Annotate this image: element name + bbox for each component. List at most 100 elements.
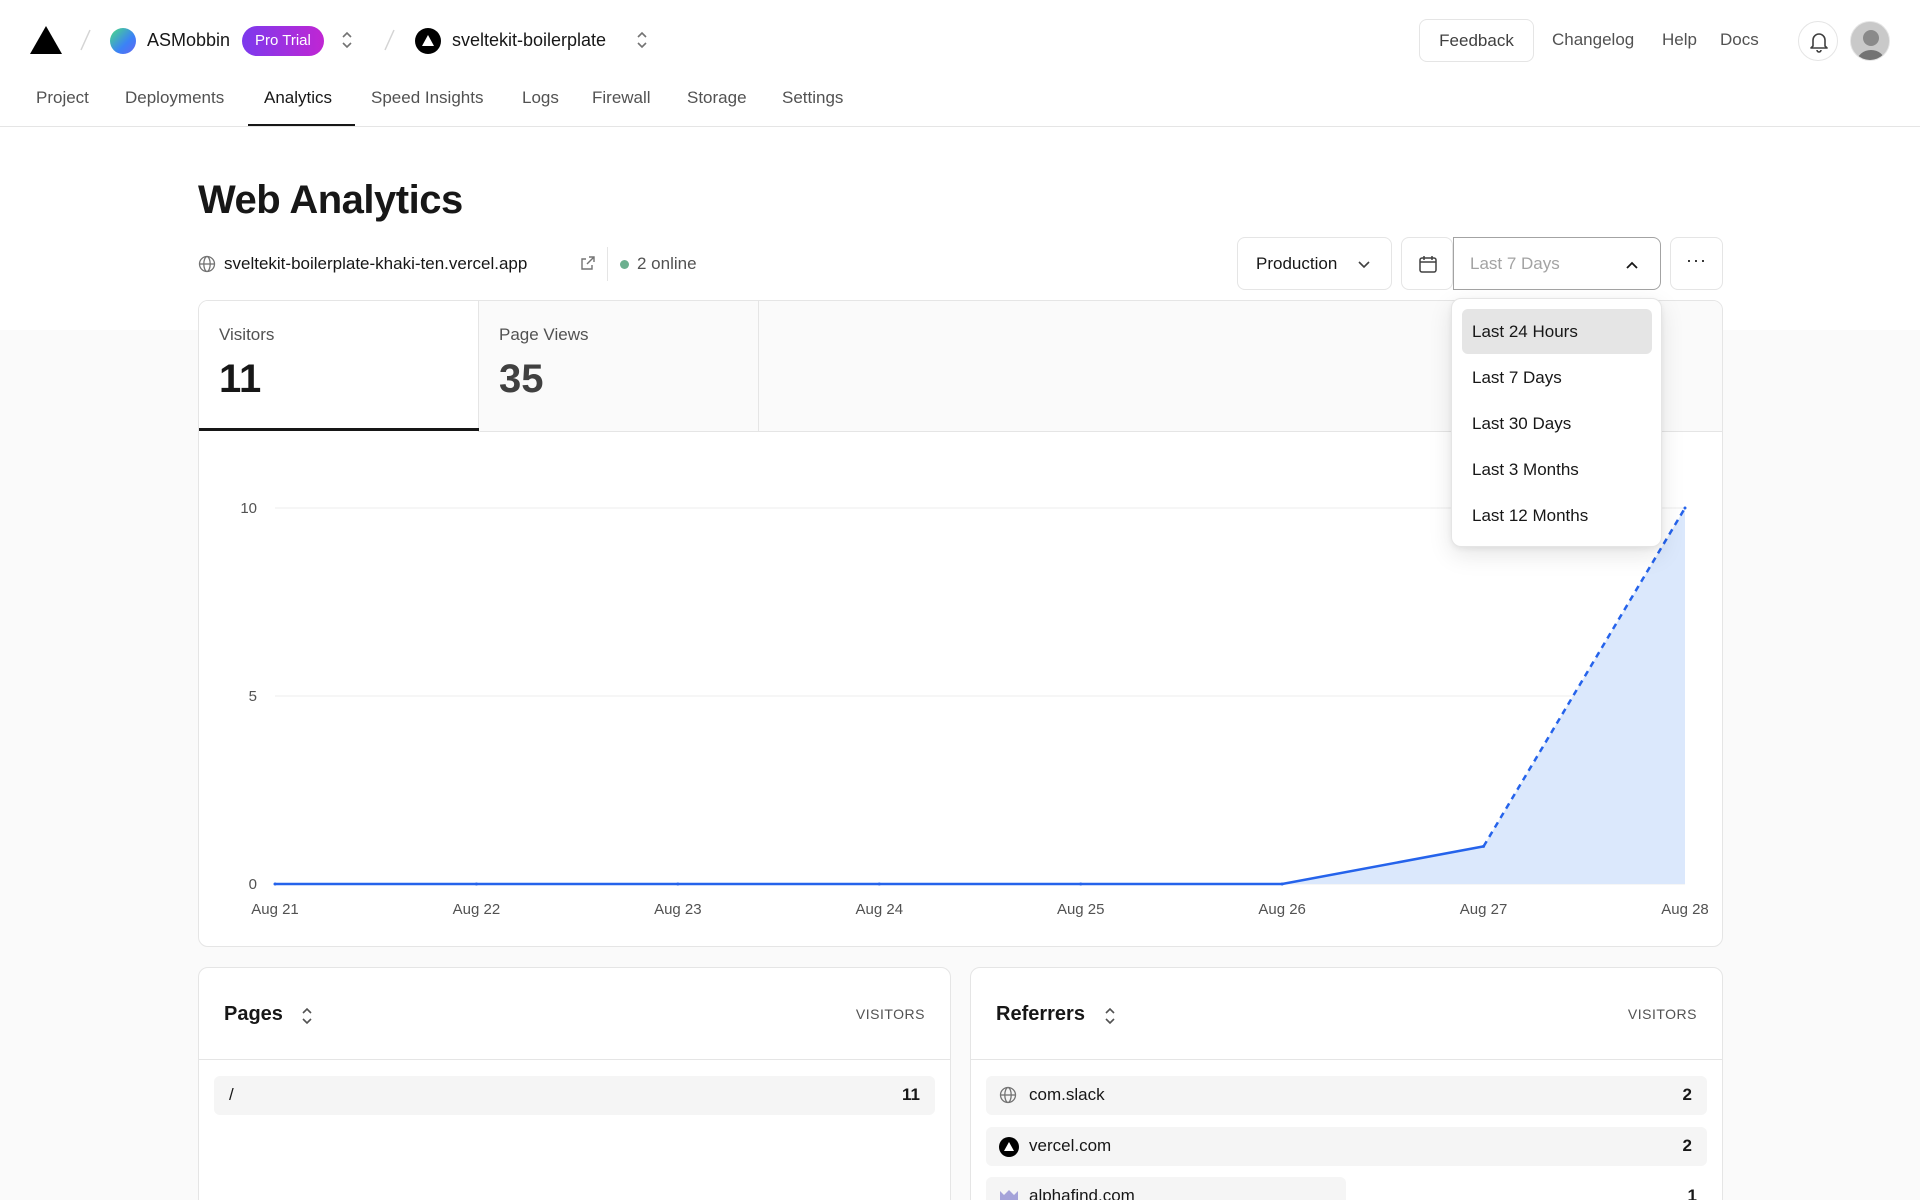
plan-badge[interactable]: Pro Trial (242, 26, 324, 56)
panel-title: Referrers (996, 1003, 1085, 1025)
time-range-placeholder: Last 7 Days (1470, 254, 1560, 273)
option-last-12-months[interactable]: Last 12 Months (1462, 493, 1652, 538)
tab-analytics[interactable]: Analytics (264, 88, 332, 108)
metric-label: Page Views (499, 325, 589, 344)
calendar-icon (1419, 256, 1437, 273)
series-line-solid (275, 845, 1484, 886)
sort-toggle-icon[interactable] (1103, 1005, 1117, 1027)
site-icon (1000, 1190, 1018, 1200)
x-tick-label: Aug 21 (251, 901, 299, 918)
option-label: Last 30 Days (1472, 414, 1572, 433)
help-link[interactable]: Help (1662, 30, 1697, 50)
tab-speed-insights[interactable]: Speed Insights (371, 88, 483, 108)
slash-separator-icon (384, 29, 395, 51)
project-name[interactable]: sveltekit-boilerplate (452, 30, 606, 51)
bell-icon (1810, 33, 1828, 53)
y-tick-label: 5 (249, 688, 257, 705)
data-point (1280, 882, 1284, 886)
divider (971, 1059, 1722, 1060)
metric-page-views[interactable]: Page Views 35 (479, 301, 759, 432)
environment-select[interactable]: Production (1237, 237, 1392, 290)
domain-link[interactable]: sveltekit-boilerplate-khaki-ten.vercel.a… (224, 254, 527, 274)
sort-toggle-icon[interactable] (300, 1005, 314, 1027)
page-title: Web Analytics (198, 178, 463, 222)
chevron-down-icon (1358, 261, 1370, 269)
data-point (474, 882, 478, 886)
data-point (273, 882, 277, 886)
divider (199, 1059, 950, 1060)
referrer-name: vercel.com (1029, 1136, 1112, 1155)
y-tick-label: 10 (240, 500, 257, 517)
visitor-count: 1 (1687, 1186, 1697, 1200)
option-last-7-days[interactable]: Last 7 Days (1462, 355, 1652, 400)
x-tick-label: Aug 26 (1258, 901, 1306, 918)
user-avatar[interactable] (1850, 21, 1890, 61)
option-last-3-months[interactable]: Last 3 Months (1462, 447, 1652, 492)
option-label: Last 7 Days (1472, 368, 1562, 387)
x-tick-label: Aug 24 (856, 901, 904, 918)
online-status-dot-icon (620, 260, 629, 269)
team-name[interactable]: ASMobbin (147, 30, 230, 51)
metric-visitors[interactable]: Visitors 11 (199, 301, 479, 432)
project-switcher-chevron-icon[interactable] (635, 29, 649, 51)
globe-icon (999, 1086, 1017, 1104)
slash-separator-icon (80, 29, 91, 51)
option-last-30-days[interactable]: Last 30 Days (1462, 401, 1652, 446)
environment-value: Production (1256, 254, 1338, 273)
option-label: Last 3 Months (1472, 460, 1579, 479)
list-item[interactable]: vercel.com 2 (986, 1127, 1707, 1166)
x-tick-label: Aug 28 (1661, 901, 1709, 918)
panel-title: Pages (224, 1003, 283, 1025)
tab-deployments[interactable]: Deployments (125, 88, 224, 108)
list-item[interactable]: / 11 (214, 1076, 935, 1115)
x-tick-label: Aug 25 (1057, 901, 1105, 918)
vercel-icon (999, 1137, 1019, 1157)
tab-storage[interactable]: Storage (687, 88, 747, 108)
vercel-logo-icon[interactable] (30, 26, 62, 59)
page-path: / (229, 1085, 234, 1104)
globe-icon (198, 255, 216, 273)
option-label: Last 24 Hours (1472, 322, 1578, 341)
more-options-button[interactable]: ··· (1670, 237, 1723, 290)
pages-panel: Pages VISITORS / 11 (198, 967, 951, 1200)
changelog-link[interactable]: Changelog (1552, 30, 1634, 50)
metric-label: Visitors (219, 325, 275, 344)
team-switcher-chevron-icon[interactable] (340, 29, 354, 51)
x-tick-label: Aug 27 (1460, 901, 1508, 918)
referrer-name: com.slack (1029, 1085, 1105, 1104)
divider (607, 247, 608, 281)
visitor-count: 2 (1682, 1085, 1692, 1104)
x-tick-label: Aug 23 (654, 901, 702, 918)
tab-project[interactable]: Project (36, 88, 89, 108)
tab-settings[interactable]: Settings (782, 88, 843, 108)
tab-firewall[interactable]: Firewall (592, 88, 651, 108)
docs-link[interactable]: Docs (1720, 30, 1759, 50)
y-tick-label: 0 (249, 876, 257, 893)
metric-value: 35 (499, 357, 544, 401)
selected-metric-indicator (199, 428, 479, 431)
tab-logs[interactable]: Logs (522, 88, 559, 108)
list-item[interactable]: alphafind.com (986, 1177, 1346, 1200)
column-header: VISITORS (1627, 1006, 1697, 1022)
date-picker-button[interactable] (1401, 237, 1453, 290)
online-count: 2 online (637, 254, 697, 273)
notifications-button[interactable] (1798, 21, 1838, 61)
referrer-name: alphafind.com (1029, 1186, 1135, 1200)
visitor-count: 11 (902, 1085, 920, 1104)
time-range-dropdown: Last 24 Hours Last 7 Days Last 30 Days L… (1451, 298, 1662, 547)
visitor-count: 2 (1682, 1136, 1692, 1155)
list-item[interactable]: com.slack 2 (986, 1076, 1707, 1115)
team-avatar[interactable] (110, 28, 136, 54)
column-header: VISITORS (855, 1006, 925, 1022)
header-divider (0, 126, 1920, 127)
header: ASMobbin Pro Trial sveltekit-boilerplate… (0, 0, 1920, 80)
data-point (1683, 506, 1687, 510)
data-point (877, 882, 881, 886)
option-last-24-hours[interactable]: Last 24 Hours (1462, 309, 1652, 354)
ellipsis-icon: ··· (1686, 250, 1707, 270)
metric-value: 11 (219, 357, 262, 401)
external-link-icon[interactable] (580, 255, 596, 271)
data-point (1482, 844, 1486, 848)
feedback-button[interactable]: Feedback (1419, 19, 1534, 62)
time-range-select[interactable]: Last 7 Days (1453, 237, 1661, 290)
